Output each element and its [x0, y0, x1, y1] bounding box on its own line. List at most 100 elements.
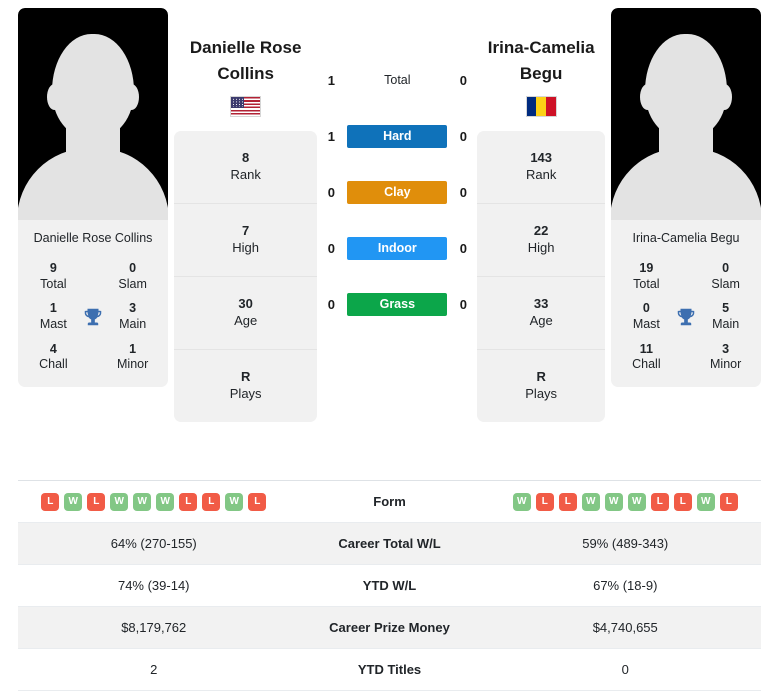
row-label-ytd-titles: YTD Titles	[357, 662, 422, 677]
attribute-age: 33 Age	[477, 277, 605, 350]
form-badge-loss: L	[719, 492, 738, 511]
attribute-high-value: 22	[533, 223, 549, 239]
titles-row-chall-minor: 4 Chall 1 Minor	[26, 342, 160, 373]
table-row-form: LWLWWWLLWL Form WLLWWWLLWL	[18, 481, 761, 523]
titles-main-label: Main	[119, 316, 147, 331]
titles-total-value: 19	[639, 261, 654, 275]
titles-total-value: 9	[49, 261, 57, 275]
table-row-career-total-wl: 64% (270-155) Career Total W/L 59% (489-…	[18, 523, 761, 565]
form-badge-win: W	[225, 492, 244, 511]
surface-indoor-label[interactable]: Indoor	[347, 236, 448, 260]
attribute-rank: 8 Rank	[174, 131, 318, 204]
titles-masters-value: 1	[49, 301, 57, 316]
left-player-attributes-card: 8 Rank 7 High 30 Age R Plays	[174, 131, 318, 422]
right-player-photo-column: Irina-Camelia Begu 19 Total 0 Slam 0 Mas…	[611, 8, 761, 387]
form-badge-win: W	[156, 492, 175, 511]
attribute-rank-value: 8	[242, 150, 250, 166]
left-player-photo-column: Danielle Rose Collins 9 Total 0 Slam 1 M…	[18, 8, 168, 387]
flag-romania-icon	[525, 96, 557, 117]
surface-grass-label[interactable]: Grass	[347, 292, 448, 316]
left-career-total-wl: 64% (270-155)	[110, 536, 197, 551]
form-badge-win: W	[133, 492, 152, 511]
attribute-plays: R Plays	[174, 350, 317, 422]
attribute-age: 30 Age	[174, 277, 318, 350]
left-player-name[interactable]: Danielle Rose Collins	[174, 8, 317, 86]
surface-hard-label[interactable]: Hard	[347, 124, 448, 148]
titles-masters-value: 0	[642, 301, 650, 316]
right-player-name[interactable]: Irina-Camelia Begu	[477, 8, 605, 86]
form-badge-loss: L	[202, 492, 221, 511]
left-career-prize-money: $8,179,762	[121, 620, 187, 635]
table-row-ytd-wl: 74% (39-14) YTD W/L 67% (18-9)	[18, 565, 761, 607]
right-player-photo-card[interactable]: Irina-Camelia Begu 19 Total 0 Slam 0 Mas…	[611, 8, 761, 387]
player-avatar-placeholder	[18, 8, 168, 220]
titles-minor-label: Minor	[117, 357, 149, 372]
attribute-plays-label: Plays	[525, 386, 558, 401]
left-player-photo-caption: Danielle Rose Collins	[33, 231, 153, 245]
attribute-age-label: Age	[529, 313, 553, 328]
titles-main-label: Main	[712, 316, 740, 331]
attribute-plays-value: R	[240, 369, 251, 385]
titles-challenger-value: 11	[639, 341, 653, 356]
form-badge-loss: L	[87, 492, 106, 511]
attribute-high-value: 7	[242, 223, 250, 239]
left-player-titles-breakdown: 9 Total 0 Slam 1 Mast 3 Main 4 Chall 1 M…	[18, 259, 168, 387]
comparison-table: LWLWWWLLWL Form WLLWWWLLWL 64% (270-155)…	[18, 480, 761, 691]
surface-row-grass: 0 Grass 0	[323, 290, 471, 318]
row-label-career-prize-money: Career Prize Money	[329, 620, 450, 635]
attribute-rank-value: 143	[530, 150, 553, 166]
left-ytd-wl: 74% (39-14)	[117, 578, 190, 593]
head-to-head-surfaces: 1 Total 0 1 Hard 0 0 Clay 0 0 Indoor 0 0	[323, 8, 471, 318]
right-ytd-titles: 0	[621, 662, 629, 677]
titles-masters: 0 Mast	[619, 301, 674, 332]
table-row-ytd-titles: 2 YTD Titles 0	[18, 649, 761, 691]
titles-challenger-label: Chall	[39, 357, 68, 372]
avatar-shoulders	[611, 148, 761, 220]
form-badge-win: W	[64, 492, 83, 511]
trophy-icon	[674, 304, 699, 330]
surface-clay-label[interactable]: Clay	[347, 180, 448, 204]
titles-slam-label: Slam	[118, 276, 147, 291]
attribute-age-label: Age	[234, 313, 258, 328]
form-badge-loss: L	[673, 492, 692, 511]
row-label-career-total-wl: Career Total W/L	[338, 536, 441, 551]
right-career-prize-money: $4,740,655	[592, 620, 658, 635]
flag-canton	[231, 97, 245, 108]
surface-indoor-left-score: 0	[327, 240, 335, 256]
left-player-flag-wrap	[174, 96, 317, 117]
titles-slam-value: 0	[722, 261, 730, 275]
comparison-top-area: Danielle Rose Collins 9 Total 0 Slam 1 M…	[0, 0, 779, 470]
form-badge-win: W	[512, 492, 531, 511]
left-ytd-titles: 2	[150, 662, 158, 677]
form-badge-win: W	[604, 492, 623, 511]
form-badge-win: W	[581, 492, 600, 511]
titles-main-value: 5	[722, 301, 730, 316]
surface-clay-left-score: 0	[327, 184, 335, 200]
surface-row-clay: 0 Clay 0	[323, 178, 471, 206]
attribute-high: 7 High	[174, 204, 318, 277]
titles-masters: 1 Mast	[26, 301, 81, 332]
surface-hard-right-score: 0	[459, 128, 467, 144]
titles-challenger-value: 4	[49, 341, 57, 356]
attribute-rank: 143 Rank	[477, 131, 605, 204]
left-player-photo-card[interactable]: Danielle Rose Collins 9 Total 0 Slam 1 M…	[18, 8, 168, 387]
avatar-ear-left	[47, 84, 62, 110]
titles-minor-label: Minor	[710, 357, 742, 372]
row-label-ytd-wl: YTD W/L	[362, 578, 417, 593]
flag-usa-icon	[230, 96, 262, 117]
surface-grass-left-score: 0	[327, 296, 335, 312]
titles-slam: 0 Slam	[698, 261, 753, 292]
avatar-ear-right	[124, 84, 139, 110]
attribute-age-value: 33	[533, 296, 549, 312]
right-player-info-column: Irina-Camelia Begu 143 Rank 22 High 33 A…	[471, 8, 611, 422]
attribute-age-value: 30	[238, 296, 253, 312]
titles-minor: 3 Minor	[698, 342, 753, 373]
form-badge-loss: L	[248, 492, 267, 511]
form-badge-win: W	[627, 492, 646, 511]
titles-row-mast-main: 1 Mast 3 Main	[26, 301, 160, 332]
left-form-cell: LWLWWWLLWL	[18, 492, 290, 511]
trophy-icon	[81, 304, 106, 330]
surface-row-hard: 1 Hard 0	[323, 122, 471, 150]
row-label-form: Form	[373, 494, 406, 509]
surface-total-left-score: 1	[327, 72, 335, 88]
